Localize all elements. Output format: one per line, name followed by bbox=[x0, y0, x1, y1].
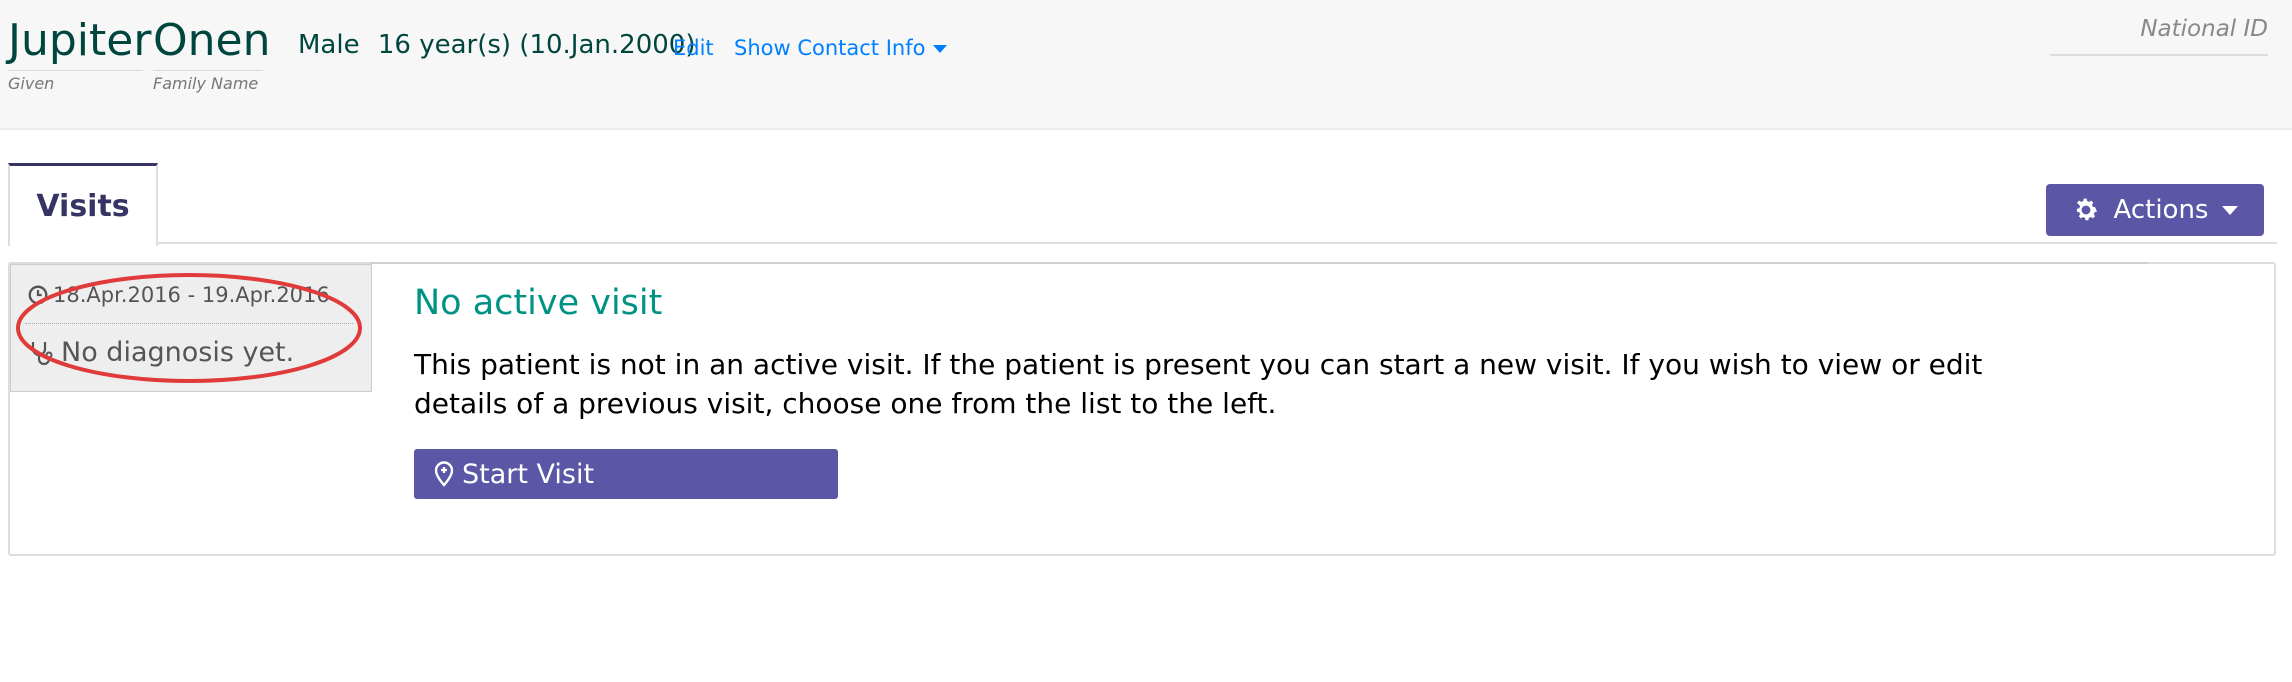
caret-down-icon bbox=[2222, 205, 2239, 215]
family-name-label: Family Name bbox=[153, 74, 259, 93]
given-name-block: Jupiter Given bbox=[8, 14, 151, 93]
panel-top-divider bbox=[370, 262, 2148, 264]
given-name-label: Given bbox=[8, 74, 55, 93]
patient-header: Jupiter Given Onen Family Name Male 16 y… bbox=[0, 0, 2292, 130]
patient-gender: Male bbox=[298, 30, 360, 60]
start-visit-button[interactable]: Start Visit bbox=[414, 449, 838, 499]
family-name: Onen bbox=[153, 14, 270, 71]
patient-demographics: Male 16 year(s) (10.Jan.2000) bbox=[298, 30, 705, 60]
caret-down-icon bbox=[933, 45, 948, 53]
edit-patient-link[interactable]: Edit bbox=[673, 36, 714, 60]
show-contact-info-link[interactable]: Show Contact Info bbox=[734, 36, 948, 60]
actions-label: Actions bbox=[2113, 195, 2209, 225]
no-active-visit-description: This patient is not in an active visit. … bbox=[414, 348, 1983, 420]
family-name-block: Onen Family Name bbox=[153, 14, 270, 93]
start-visit-label: Start Visit bbox=[462, 458, 595, 490]
given-name: Jupiter bbox=[8, 14, 151, 71]
patient-age: 16 year(s) (10.Jan.2000) bbox=[377, 30, 696, 60]
map-marker-icon bbox=[434, 461, 454, 487]
no-active-visit-title: No active visit bbox=[414, 283, 663, 323]
show-contact-info-label: Show Contact Info bbox=[734, 36, 926, 60]
actions-button[interactable]: Actions bbox=[2046, 184, 2264, 236]
tabs-divider bbox=[155, 242, 2277, 244]
red-highlight-ellipse bbox=[16, 273, 362, 383]
gear-icon bbox=[2076, 198, 2097, 221]
tab-visits[interactable]: Visits bbox=[8, 163, 158, 246]
national-id-label: National ID bbox=[2050, 16, 2268, 56]
